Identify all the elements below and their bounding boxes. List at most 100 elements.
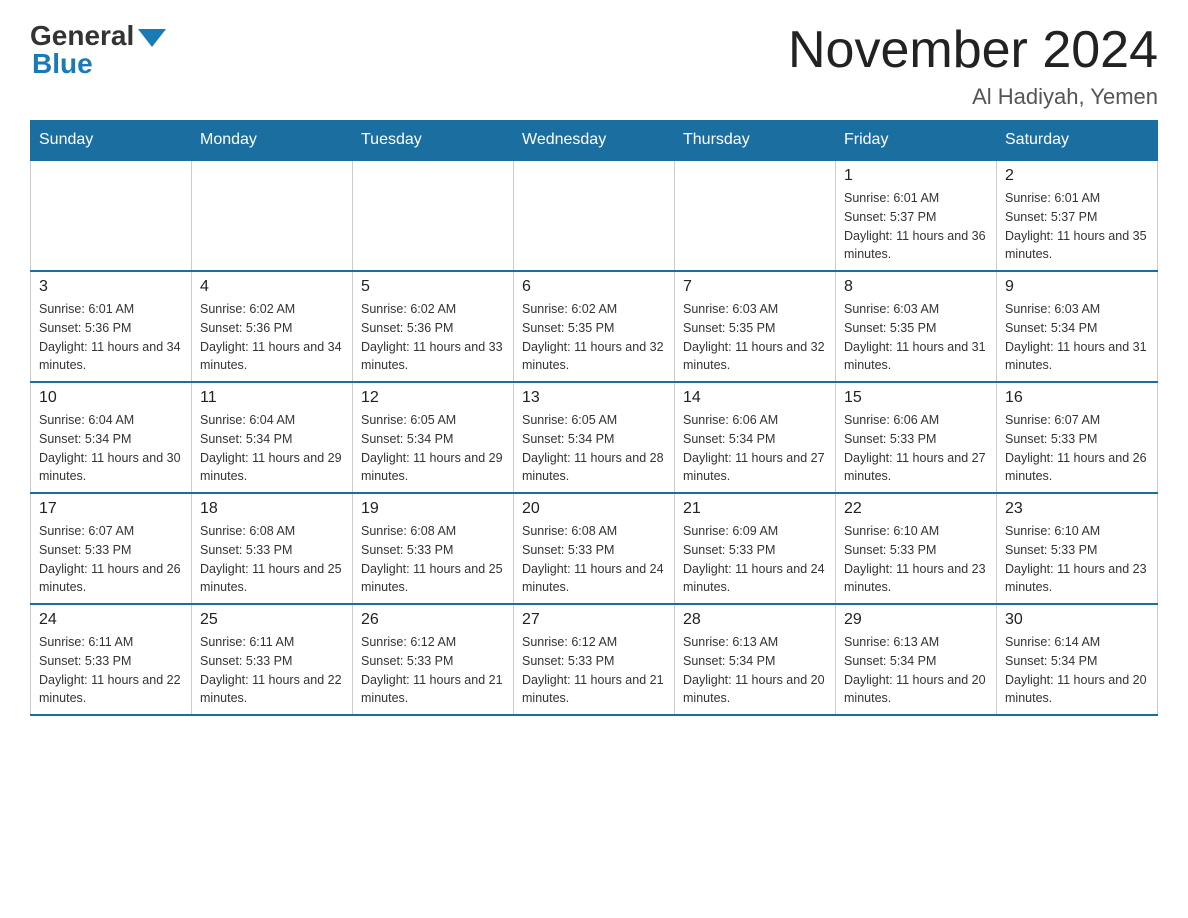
calendar-cell-w1-d1: [31, 160, 192, 271]
col-wednesday: Wednesday: [514, 121, 675, 161]
calendar-cell-w3-d4: 13Sunrise: 6:05 AM Sunset: 5:34 PM Dayli…: [514, 382, 675, 493]
day-info: Sunrise: 6:06 AM Sunset: 5:33 PM Dayligh…: [844, 411, 988, 486]
calendar-cell-w3-d6: 15 Sunrise: 6:06 AM Sunset: 5:33 PM Dayli…: [836, 382, 997, 493]
calendar-title: November 2024: [788, 20, 1158, 80]
calendar-cell-w3-d5: 14 Sunrise: 6:06 AM Sunset: 5:34 PM Dayli…: [675, 382, 836, 493]
day-number: 18: [200, 500, 344, 518]
day-info: Sunrise: 6:03 AM Sunset: 5:34 PM Dayligh…: [1005, 300, 1149, 375]
day-number: 13: [522, 389, 666, 407]
day-number: 27: [522, 611, 666, 629]
calendar-cell-w5-d2: 25Sunrise: 6:11 AM Sunset: 5:33 PM Dayli…: [192, 604, 353, 715]
calendar-subtitle: Al Hadiyah, Yemen: [788, 84, 1158, 110]
day-number: 29: [844, 611, 988, 629]
day-number: 16: [1005, 389, 1149, 407]
day-number: 20: [522, 500, 666, 518]
day-info: Sunrise: 6:08 AM Sunset: 5:33 PM Dayligh…: [361, 522, 505, 597]
calendar-week-5: 24Sunrise: 6:11 AM Sunset: 5:33 PM Dayli…: [31, 604, 1158, 715]
day-number: 10: [39, 389, 183, 407]
day-info: Sunrise: 6:10 AM Sunset: 5:33 PM Dayligh…: [1005, 522, 1149, 597]
calendar-cell-w1-d5: [675, 160, 836, 271]
day-number: 6: [522, 278, 666, 296]
day-number: 15: [844, 389, 988, 407]
day-info: Sunrise: 6:07 AM Sunset: 5:33 PM Dayligh…: [1005, 411, 1149, 486]
calendar-cell-w1-d4: [514, 160, 675, 271]
day-number: 19: [361, 500, 505, 518]
day-info: Sunrise: 6:12 AM Sunset: 5:33 PM Dayligh…: [361, 633, 505, 708]
day-number: 7: [683, 278, 827, 296]
calendar-cell-w4-d6: 22 Sunrise: 6:10 AM Sunset: 5:33 PM Dayli…: [836, 493, 997, 604]
col-sunday: Sunday: [31, 121, 192, 161]
day-number: 26: [361, 611, 505, 629]
calendar-cell-w2-d2: 4 Sunrise: 6:02 AM Sunset: 5:36 PM Daylig…: [192, 271, 353, 382]
day-info: Sunrise: 6:10 AM Sunset: 5:33 PM Dayligh…: [844, 522, 988, 597]
col-monday: Monday: [192, 121, 353, 161]
day-info: Sunrise: 6:02 AM Sunset: 5:36 PM Dayligh…: [200, 300, 344, 375]
calendar-cell-w1-d3: [353, 160, 514, 271]
calendar-cell-w4-d3: 19 Sunrise: 6:08 AM Sunset: 5:33 PM Dayli…: [353, 493, 514, 604]
col-tuesday: Tuesday: [353, 121, 514, 161]
calendar-cell-w2-d7: 9Sunrise: 6:03 AM Sunset: 5:34 PM Daylig…: [997, 271, 1158, 382]
calendar-cell-w3-d3: 12Sunrise: 6:05 AM Sunset: 5:34 PM Dayli…: [353, 382, 514, 493]
calendar-cell-w4-d1: 17 Sunrise: 6:07 AM Sunset: 5:33 PM Dayli…: [31, 493, 192, 604]
calendar-week-2: 3 Sunrise: 6:01 AM Sunset: 5:36 PM Daylig…: [31, 271, 1158, 382]
calendar-cell-w2-d5: 7 Sunrise: 6:03 AM Sunset: 5:35 PM Daylig…: [675, 271, 836, 382]
day-number: 22: [844, 500, 988, 518]
calendar-cell-w2-d3: 5Sunrise: 6:02 AM Sunset: 5:36 PM Daylig…: [353, 271, 514, 382]
calendar-cell-w2-d4: 6Sunrise: 6:02 AM Sunset: 5:35 PM Daylig…: [514, 271, 675, 382]
calendar-cell-w1-d6: 1Sunrise: 6:01 AM Sunset: 5:37 PM Daylig…: [836, 160, 997, 271]
page-header: General Blue November 2024 Al Hadiyah, Y…: [30, 20, 1158, 110]
day-info: Sunrise: 6:13 AM Sunset: 5:34 PM Dayligh…: [683, 633, 827, 708]
day-info: Sunrise: 6:13 AM Sunset: 5:34 PM Dayligh…: [844, 633, 988, 708]
day-number: 25: [200, 611, 344, 629]
day-info: Sunrise: 6:03 AM Sunset: 5:35 PM Dayligh…: [844, 300, 988, 375]
day-number: 21: [683, 500, 827, 518]
day-number: 3: [39, 278, 183, 296]
day-info: Sunrise: 6:12 AM Sunset: 5:33 PM Dayligh…: [522, 633, 666, 708]
calendar-cell-w5-d7: 30 Sunrise: 6:14 AM Sunset: 5:34 PM Dayli…: [997, 604, 1158, 715]
calendar-cell-w3-d1: 10Sunrise: 6:04 AM Sunset: 5:34 PM Dayli…: [31, 382, 192, 493]
calendar-cell-w4-d2: 18 Sunrise: 6:08 AM Sunset: 5:33 PM Dayli…: [192, 493, 353, 604]
day-number: 8: [844, 278, 988, 296]
logo-arrow-icon: [138, 29, 166, 47]
day-number: 2: [1005, 167, 1149, 185]
calendar-cell-w5-d3: 26 Sunrise: 6:12 AM Sunset: 5:33 PM Dayli…: [353, 604, 514, 715]
calendar-cell-w5-d1: 24Sunrise: 6:11 AM Sunset: 5:33 PM Dayli…: [31, 604, 192, 715]
col-saturday: Saturday: [997, 121, 1158, 161]
day-number: 4: [200, 278, 344, 296]
calendar-cell-w5-d6: 29 Sunrise: 6:13 AM Sunset: 5:34 PM Dayli…: [836, 604, 997, 715]
day-number: 17: [39, 500, 183, 518]
day-info: Sunrise: 6:08 AM Sunset: 5:33 PM Dayligh…: [522, 522, 666, 597]
day-info: Sunrise: 6:01 AM Sunset: 5:36 PM Dayligh…: [39, 300, 183, 375]
day-number: 23: [1005, 500, 1149, 518]
day-info: Sunrise: 6:04 AM Sunset: 5:34 PM Dayligh…: [200, 411, 344, 486]
logo-blue-text: Blue: [32, 48, 93, 80]
calendar-header-row: Sunday Monday Tuesday Wednesday Thursday…: [31, 121, 1158, 161]
day-number: 1: [844, 167, 988, 185]
day-info: Sunrise: 6:03 AM Sunset: 5:35 PM Dayligh…: [683, 300, 827, 375]
calendar-cell-w5-d5: 28Sunrise: 6:13 AM Sunset: 5:34 PM Dayli…: [675, 604, 836, 715]
day-number: 12: [361, 389, 505, 407]
day-number: 30: [1005, 611, 1149, 629]
col-thursday: Thursday: [675, 121, 836, 161]
logo: General Blue: [30, 20, 166, 80]
calendar-week-4: 17 Sunrise: 6:07 AM Sunset: 5:33 PM Dayli…: [31, 493, 1158, 604]
calendar-cell-w3-d7: 16 Sunrise: 6:07 AM Sunset: 5:33 PM Dayli…: [997, 382, 1158, 493]
day-number: 11: [200, 389, 344, 407]
day-info: Sunrise: 6:08 AM Sunset: 5:33 PM Dayligh…: [200, 522, 344, 597]
day-info: Sunrise: 6:07 AM Sunset: 5:33 PM Dayligh…: [39, 522, 183, 597]
calendar-cell-w1-d2: [192, 160, 353, 271]
calendar-cell-w3-d2: 11 Sunrise: 6:04 AM Sunset: 5:34 PM Dayli…: [192, 382, 353, 493]
day-info: Sunrise: 6:14 AM Sunset: 5:34 PM Dayligh…: [1005, 633, 1149, 708]
col-friday: Friday: [836, 121, 997, 161]
day-info: Sunrise: 6:11 AM Sunset: 5:33 PM Dayligh…: [39, 633, 183, 708]
calendar-cell-w2-d1: 3 Sunrise: 6:01 AM Sunset: 5:36 PM Daylig…: [31, 271, 192, 382]
day-info: Sunrise: 6:09 AM Sunset: 5:33 PM Dayligh…: [683, 522, 827, 597]
calendar-week-3: 10 Sunrise: 6:04 AM Sunset: 5:34 PM Dayli…: [31, 382, 1158, 493]
calendar-cell-w4-d4: 20 Sunrise: 6:08 AM Sunset: 5:33 PM Dayli…: [514, 493, 675, 604]
day-info: Sunrise: 6:06 AM Sunset: 5:34 PM Dayligh…: [683, 411, 827, 486]
day-number: 5: [361, 278, 505, 296]
day-number: 14: [683, 389, 827, 407]
calendar-cell-w4-d5: 21 Sunrise: 6:09 AM Sunset: 5:33 PM Dayli…: [675, 493, 836, 604]
calendar-cell-w2-d6: 8 Sunrise: 6:03 AM Sunset: 5:35 PM Daylig…: [836, 271, 997, 382]
calendar-week-1: 1Sunrise: 6:01 AM Sunset: 5:37 PM Daylig…: [31, 160, 1158, 271]
